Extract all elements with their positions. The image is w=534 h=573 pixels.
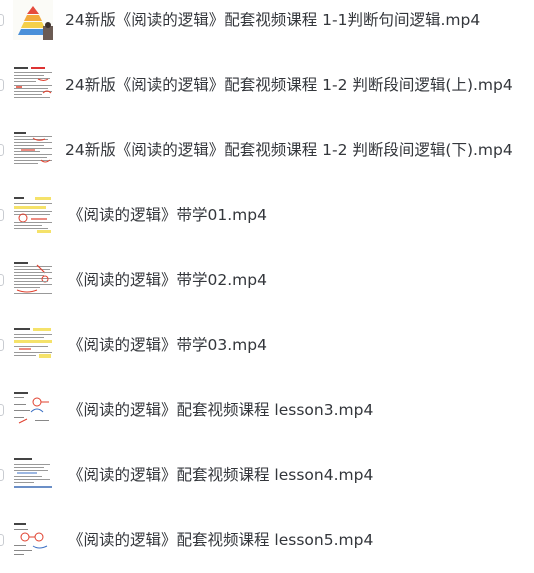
annotated-page-thumbnail-icon <box>13 195 53 235</box>
file-list: 24新版《阅读的逻辑》配套视频课程 1-1判断句间逻辑.mp4 24新版《阅读的… <box>0 0 534 561</box>
file-name[interactable]: 24新版《阅读的逻辑》配套视频课程 1-2 判断段间逻辑(下).mp4 <box>65 140 513 160</box>
annotated-page-thumbnail-icon <box>13 325 53 365</box>
file-row[interactable]: 《阅读的逻辑》带学03.mp4 <box>0 313 534 378</box>
file-row[interactable]: 《阅读的逻辑》带学02.mp4 <box>0 248 534 313</box>
pyramid-slide-thumbnail-icon <box>13 0 53 40</box>
file-row[interactable]: 《阅读的逻辑》配套视频课程 lesson4.mp4 <box>0 443 534 508</box>
file-name[interactable]: 《阅读的逻辑》配套视频课程 lesson5.mp4 <box>68 530 373 550</box>
file-row[interactable]: 《阅读的逻辑》带学01.mp4 <box>0 183 534 248</box>
document-page-thumbnail-icon <box>13 130 53 170</box>
file-row[interactable]: 《阅读的逻辑》配套视频课程 lesson3.mp4 <box>0 378 534 443</box>
row-checkbox[interactable] <box>0 274 4 286</box>
file-name[interactable]: 《阅读的逻辑》配套视频课程 lesson4.mp4 <box>68 465 373 485</box>
row-checkbox[interactable] <box>0 339 4 351</box>
file-name[interactable]: 《阅读的逻辑》带学02.mp4 <box>68 270 267 290</box>
file-name[interactable]: 《阅读的逻辑》带学03.mp4 <box>68 335 267 355</box>
file-name[interactable]: 24新版《阅读的逻辑》配套视频课程 1-2 判断段间逻辑(上).mp4 <box>65 75 513 95</box>
file-name[interactable]: 《阅读的逻辑》配套视频课程 lesson3.mp4 <box>68 400 373 420</box>
row-checkbox[interactable] <box>0 14 4 26</box>
file-row[interactable]: 《阅读的逻辑》配套视频课程 lesson5.mp4 <box>0 508 534 573</box>
whiteboard-thumbnail-icon <box>13 455 53 495</box>
row-checkbox[interactable] <box>0 79 4 91</box>
row-checkbox[interactable] <box>0 534 4 546</box>
document-page-thumbnail-icon <box>13 65 53 105</box>
row-checkbox[interactable] <box>0 209 4 221</box>
file-row[interactable]: 24新版《阅读的逻辑》配套视频课程 1-2 判断段间逻辑(下).mp4 <box>0 118 534 183</box>
annotated-page-thumbnail-icon <box>13 260 53 300</box>
file-name[interactable]: 《阅读的逻辑》带学01.mp4 <box>68 205 267 225</box>
file-row[interactable]: 24新版《阅读的逻辑》配套视频课程 1-1判断句间逻辑.mp4 <box>0 0 534 53</box>
file-name[interactable]: 24新版《阅读的逻辑》配套视频课程 1-1判断句间逻辑.mp4 <box>65 10 480 30</box>
whiteboard-thumbnail-icon <box>13 390 53 430</box>
row-checkbox[interactable] <box>0 469 4 481</box>
whiteboard-thumbnail-icon <box>13 520 53 560</box>
file-row[interactable]: 24新版《阅读的逻辑》配套视频课程 1-2 判断段间逻辑(上).mp4 <box>0 53 534 118</box>
row-checkbox[interactable] <box>0 404 4 416</box>
row-checkbox[interactable] <box>0 144 4 156</box>
